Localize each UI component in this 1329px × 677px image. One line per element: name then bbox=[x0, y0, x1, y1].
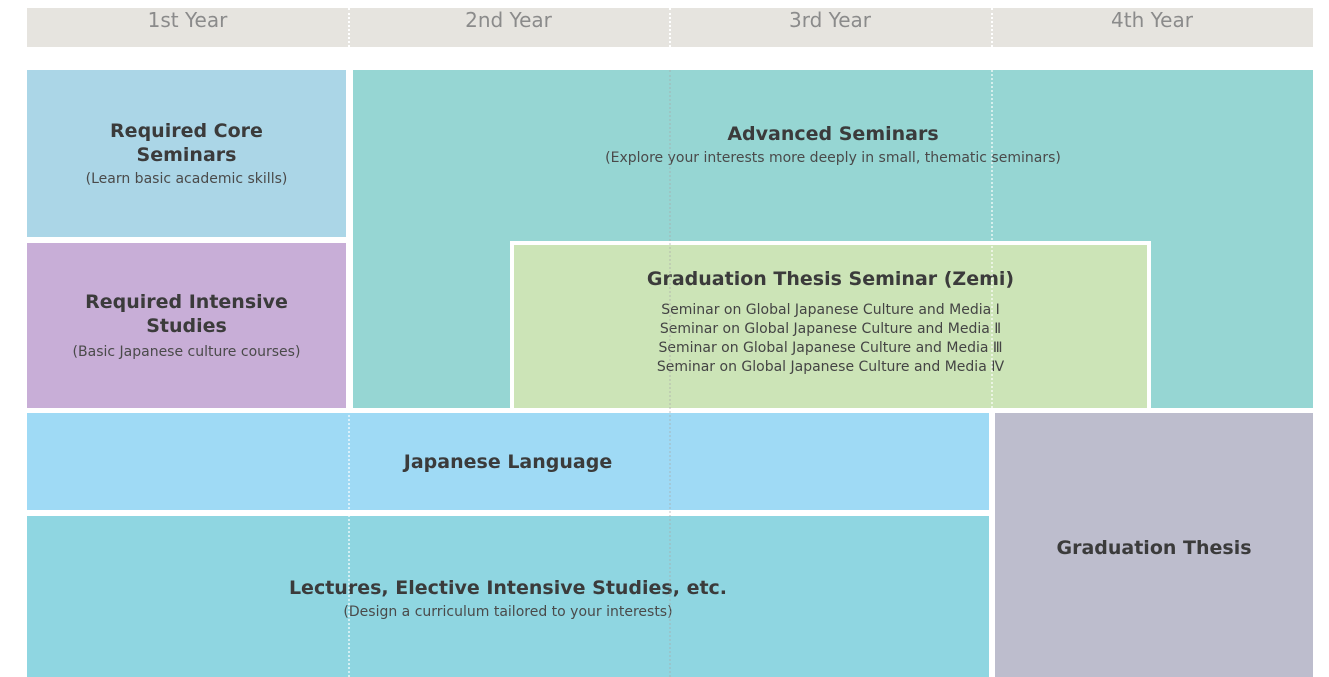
block-subtitle: (Design a curriculum tailored to your in… bbox=[343, 603, 673, 620]
required-intensive-studies-block: Required Intensive Studies (Basic Japane… bbox=[27, 243, 346, 408]
year-label-3: 3rd Year bbox=[789, 8, 871, 32]
lectures-elective-block: Lectures, Elective Intensive Studies, et… bbox=[27, 516, 989, 677]
block-title: Graduation Thesis bbox=[1056, 537, 1252, 559]
graduation-thesis-block: Graduation Thesis bbox=[995, 413, 1313, 677]
seminar-course: Seminar on Global Japanese Culture and M… bbox=[656, 359, 1005, 375]
block-title: Lectures, Elective Intensive Studies, et… bbox=[288, 576, 728, 599]
seminar-course: Seminar on Global Japanese Culture and M… bbox=[661, 302, 1000, 318]
year-guide-line bbox=[991, 70, 993, 408]
year-divider bbox=[669, 8, 671, 47]
block-subtitle: (Basic Japanese culture courses) bbox=[72, 343, 301, 360]
graduation-thesis-seminar-block: Graduation Thesis Seminar (Zemi) Seminar… bbox=[510, 241, 1151, 408]
year-guide-line bbox=[348, 70, 350, 677]
block-title: Required Intensive Studies bbox=[85, 290, 288, 337]
block-title: Advanced Seminars bbox=[727, 123, 939, 145]
block-title: Japanese Language bbox=[403, 450, 613, 473]
year-label-2: 2nd Year bbox=[465, 8, 552, 32]
seminar-course: Seminar on Global Japanese Culture and M… bbox=[659, 321, 1002, 337]
japanese-language-block: Japanese Language bbox=[27, 413, 989, 510]
year-divider bbox=[348, 8, 350, 47]
year-divider bbox=[991, 8, 993, 47]
year-label-1: 1st Year bbox=[147, 8, 228, 32]
block-subtitle: (Learn basic academic skills) bbox=[85, 170, 288, 187]
required-core-seminars-block: Required Core Seminars (Learn basic acad… bbox=[27, 70, 346, 237]
block-title: Required Core Seminars bbox=[110, 119, 263, 166]
block-title: Graduation Thesis Seminar (Zemi) bbox=[646, 268, 1015, 290]
year-label-4: 4th Year bbox=[1111, 8, 1193, 32]
seminar-course: Seminar on Global Japanese Culture and M… bbox=[658, 340, 1003, 356]
year-guide-line bbox=[669, 70, 671, 677]
